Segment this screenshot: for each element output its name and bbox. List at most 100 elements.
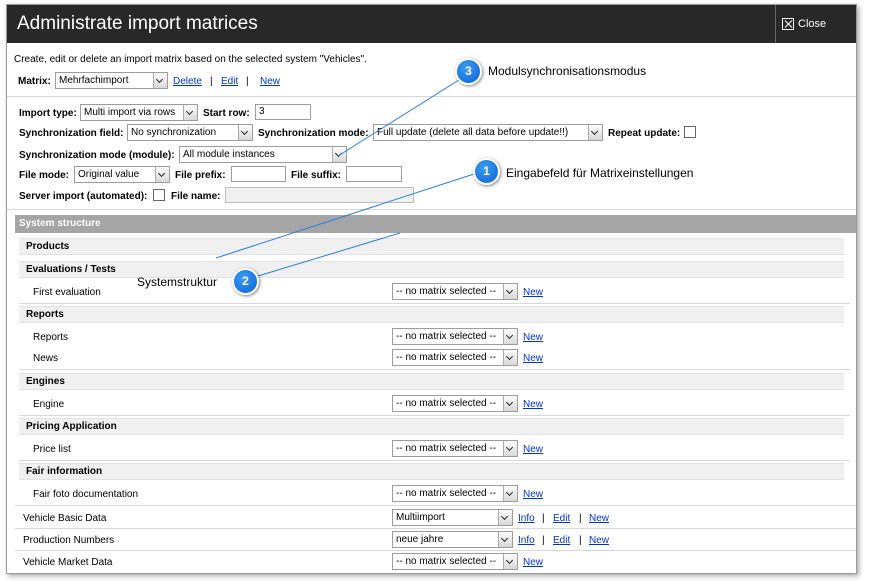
- import-type-value: Multi import via rows: [84, 107, 176, 118]
- chevron-down-icon: [503, 396, 517, 411]
- matrix-select-price-list[interactable]: -- no matrix selected --: [392, 440, 518, 457]
- divider: [19, 303, 850, 304]
- new-matrix-link[interactable]: New: [260, 76, 280, 87]
- row-label-engine: Engine: [33, 399, 65, 410]
- server-import-checkbox[interactable]: [153, 189, 165, 201]
- file-name-input[interactable]: [225, 187, 414, 203]
- matrix-select-value: -- no matrix selected --: [396, 398, 497, 409]
- file-suffix-input[interactable]: [346, 166, 402, 182]
- separator: |: [210, 76, 213, 87]
- matrix-select-value: Mehrfachimport: [59, 75, 129, 86]
- group-engines: Engines: [19, 373, 844, 390]
- row-label-reports: Reports: [33, 332, 69, 343]
- matrix-select-value: -- no matrix selected --: [396, 443, 497, 454]
- separator: |: [579, 513, 582, 524]
- divider: [15, 528, 856, 529]
- chevron-down-icon: [153, 73, 167, 88]
- row-label-fair-foto-documentation: Fair foto documentation: [33, 489, 139, 500]
- file-suffix-label: File suffix:: [291, 170, 342, 181]
- new-link-news[interactable]: New: [523, 353, 543, 364]
- chevron-down-icon: [498, 510, 512, 525]
- close-label: Close: [798, 18, 827, 30]
- separator: |: [579, 535, 582, 546]
- chevron-down-icon: [503, 486, 517, 501]
- sync-mode-label: Synchronization mode:: [258, 128, 369, 139]
- sync-field-select[interactable]: No synchronization: [127, 124, 253, 141]
- chevron-down-icon: [238, 125, 252, 140]
- sync-mode-select[interactable]: Full update (delete all data before upda…: [373, 124, 603, 141]
- divider: [19, 369, 850, 370]
- start-row-label: Start row:: [203, 108, 250, 119]
- file-mode-select[interactable]: Original value: [74, 166, 170, 183]
- info-link-vehicle-basic-data[interactable]: Info: [518, 513, 535, 524]
- row-label-price-list: Price list: [33, 444, 71, 455]
- matrix-select-first-evaluation[interactable]: -- no matrix selected --: [392, 283, 518, 300]
- import-matrices-dialog: Administrate import matrices Close Creat…: [6, 4, 857, 574]
- chevron-down-icon: [503, 350, 517, 365]
- edit-matrix-link[interactable]: Edit: [221, 76, 238, 87]
- matrix-select-engine[interactable]: -- no matrix selected --: [392, 395, 518, 412]
- group-pricing-application: Pricing Application: [19, 418, 844, 435]
- import-type-label: Import type:: [19, 108, 77, 119]
- start-row-input[interactable]: 3: [255, 104, 311, 120]
- divider: [7, 209, 856, 210]
- matrix-select-fair-foto-documentation[interactable]: -- no matrix selected --: [392, 485, 518, 502]
- file-mode-value: Original value: [78, 169, 140, 180]
- chevron-down-icon: [183, 105, 197, 120]
- new-link-reports[interactable]: New: [523, 332, 543, 343]
- chevron-down-icon: [588, 125, 602, 140]
- matrix-select-value: -- no matrix selected --: [396, 286, 497, 297]
- new-link-production-numbers[interactable]: New: [589, 535, 609, 546]
- new-link-price-list[interactable]: New: [523, 444, 543, 455]
- group-reports: Reports: [19, 306, 844, 323]
- callout-badge-3: 3: [455, 58, 482, 85]
- divider: [15, 550, 856, 551]
- file-mode-label: File mode:: [19, 170, 70, 181]
- row-label-news: News: [33, 353, 59, 364]
- sync-mode-value: Full update (delete all data before upda…: [377, 127, 569, 138]
- chevron-down-icon: [155, 167, 169, 182]
- matrix-select-value: -- no matrix selected --: [396, 331, 497, 342]
- chevron-down-icon: [503, 554, 517, 569]
- new-link-vehicle-market-data[interactable]: New: [523, 557, 543, 568]
- new-link-fair-foto-documentation[interactable]: New: [523, 489, 543, 500]
- new-link-first-evaluation[interactable]: New: [523, 287, 543, 298]
- dialog-title: Administrate import matrices: [17, 13, 258, 34]
- divider: [15, 505, 856, 506]
- file-prefix-input[interactable]: [231, 166, 286, 182]
- matrix-select-value: -- no matrix selected --: [396, 352, 497, 363]
- close-button[interactable]: Close: [775, 5, 856, 43]
- file-prefix-label: File prefix:: [175, 170, 226, 181]
- chevron-down-icon: [503, 284, 517, 299]
- chevron-down-icon: [503, 329, 517, 344]
- matrix-select-news[interactable]: -- no matrix selected --: [392, 349, 518, 366]
- repeat-update-checkbox[interactable]: [684, 126, 696, 138]
- row-label-vehicle-basic-data: Vehicle Basic Data: [23, 513, 107, 524]
- edit-link-production-numbers[interactable]: Edit: [553, 535, 570, 546]
- callout-badge-2: 2: [232, 268, 259, 295]
- edit-link-vehicle-basic-data[interactable]: Edit: [553, 513, 570, 524]
- sync-module-select[interactable]: All module instances: [179, 146, 347, 163]
- callout-badge-1: 1: [473, 158, 500, 185]
- new-link-vehicle-basic-data[interactable]: New: [589, 513, 609, 524]
- repeat-update-label: Repeat update:: [608, 128, 681, 139]
- info-link-production-numbers[interactable]: Info: [518, 535, 535, 546]
- server-import-label: Server import (automated):: [19, 191, 148, 202]
- group-fair-information: Fair information: [19, 463, 844, 480]
- matrix-select-reports[interactable]: -- no matrix selected --: [392, 328, 518, 345]
- matrix-select[interactable]: Mehrfachimport: [55, 72, 168, 89]
- divider: [7, 96, 856, 97]
- chevron-down-icon: [332, 147, 346, 162]
- callout-label-3: Modulsynchronisationsmodus: [488, 64, 647, 78]
- sync-field-label: Synchronization field:: [19, 128, 124, 139]
- new-link-engine[interactable]: New: [523, 399, 543, 410]
- delete-matrix-link[interactable]: Delete: [173, 76, 202, 87]
- matrix-select-vehicle-market-data[interactable]: -- no matrix selected --: [392, 553, 518, 570]
- matrix-select-value: -- no matrix selected --: [396, 488, 497, 499]
- group-products: Products: [19, 238, 844, 255]
- matrix-select-vehicle-basic-data[interactable]: Multiimport: [392, 509, 513, 526]
- import-type-select[interactable]: Multi import via rows: [80, 104, 198, 121]
- chevron-down-icon: [498, 532, 512, 547]
- matrix-select-production-numbers[interactable]: neue jahre: [392, 531, 513, 548]
- system-structure-header: System structure: [15, 215, 856, 233]
